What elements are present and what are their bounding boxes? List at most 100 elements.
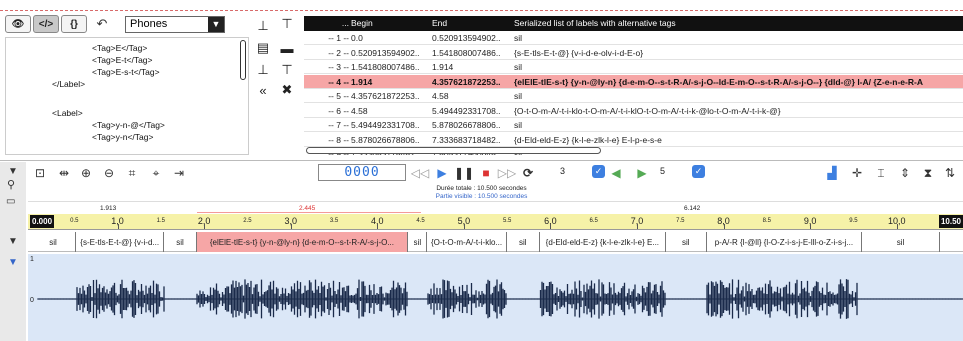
row-index: -- 6 -- bbox=[328, 105, 349, 116]
table-row[interactable]: -- 2 -- 0.520913594902.. 1.541808007486.. {… bbox=[304, 46, 963, 60]
segment[interactable]: {s-E-tls-E-t-@} {v-i-d... bbox=[76, 232, 165, 252]
segment[interactable]: {elElE-tlE-s-t} {y-n-@ly-n} {d-e-m-O--s-… bbox=[196, 232, 409, 252]
row-begin: 0.520913594902.. bbox=[351, 47, 420, 58]
crosshair-icon[interactable]: ⌖ bbox=[148, 165, 164, 181]
fit-width-icon[interactable]: ⇹ bbox=[56, 165, 72, 181]
table-row[interactable]: -- 1 -- 0.0 0.520913594902.. sil bbox=[304, 31, 963, 45]
table-horizontal-scrollbar[interactable] bbox=[306, 147, 601, 154]
header-index: ... bbox=[341, 18, 349, 28]
tier-select[interactable]: Phones ▼ bbox=[125, 15, 225, 33]
table-row[interactable]: -- 6 -- 4.58 5.494492331708.. {O-t-O-m-A/-t… bbox=[304, 104, 963, 118]
play-icon[interactable]: ▶ bbox=[434, 165, 450, 181]
collapse-vertical-icon[interactable]: ⧗ bbox=[920, 165, 936, 181]
checkbox-b[interactable]: ✓ bbox=[692, 165, 705, 178]
add-row-below-icon[interactable]: ⊤ bbox=[278, 61, 296, 79]
waveform-panel[interactable]: 1 0 bbox=[28, 254, 963, 341]
row-begin: 5.878026678806.. bbox=[351, 134, 420, 145]
ruler-minor-label: 4.5 bbox=[416, 218, 425, 224]
back-arrow-icon[interactable]: ↶ bbox=[89, 15, 115, 33]
table-row[interactable]: -- 3 -- 1.541808007486.. 1.914 sil bbox=[304, 60, 963, 74]
row-labels: sil bbox=[514, 91, 523, 101]
insert-above-icon[interactable]: ⊥ bbox=[254, 17, 272, 35]
row-end: 4.58 bbox=[432, 91, 449, 101]
loop-icon[interactable]: ⟳ bbox=[520, 165, 536, 181]
ruler-minor-label: 0.5 bbox=[70, 218, 79, 224]
segment[interactable]: p-A/-R {l-@ll} {l-O-Z-i-s-j-E-lll-o-Z-i-… bbox=[707, 232, 863, 252]
row-end: 1.541808007486.. bbox=[432, 47, 501, 58]
undo-icon[interactable]: « bbox=[254, 81, 272, 99]
segment[interactable]: sil bbox=[862, 232, 940, 252]
xml-line: <Tag>y-n-@</Tag> bbox=[92, 120, 165, 130]
expand-vertical-icon[interactable]: ⇕ bbox=[897, 165, 913, 181]
row-labels: {elElE-tlE-s-t} {y-n-@ly-n} {d-e-m-O--s-… bbox=[514, 76, 923, 87]
time-display: 0000 bbox=[318, 164, 406, 181]
xml-scrollbar[interactable] bbox=[240, 40, 246, 80]
row-index: -- 1 -- bbox=[328, 33, 349, 43]
table-row[interactable]: -- 5 -- 4.357621872253.. 4.58 sil bbox=[304, 89, 963, 103]
table-row[interactable]: -- 8 -- 5.878026678806.. 7.333683718482.. {… bbox=[304, 133, 963, 147]
ruler-minor-label: 7.5 bbox=[676, 218, 685, 224]
table-row[interactable]: -- 4 -- 1.914 4.357621872253.. {elElE-tlE-s… bbox=[304, 74, 963, 89]
align-tiers-icon[interactable]: ⌶ bbox=[873, 165, 889, 181]
zoom-in-icon[interactable]: ⊕ bbox=[78, 165, 94, 181]
segment[interactable]: sil bbox=[408, 232, 428, 252]
eye-icon[interactable]: 👁 bbox=[5, 15, 31, 33]
header-end: End bbox=[432, 18, 448, 28]
segment[interactable]: sil bbox=[666, 232, 707, 252]
zoom-reset-icon[interactable]: ⌗ bbox=[124, 165, 140, 181]
visible-duration: Partie visible : 10.500 secondes bbox=[435, 193, 528, 200]
skip-forward-icon[interactable]: ▷▷ bbox=[498, 165, 516, 181]
sort-icon[interactable]: ⇅ bbox=[942, 165, 958, 181]
stop-icon[interactable]: ■ bbox=[478, 165, 494, 181]
count-b: 5 bbox=[660, 166, 666, 176]
ruler-minor-label: 5.5 bbox=[502, 218, 512, 224]
checkbox-a[interactable]: ✓ bbox=[592, 165, 605, 178]
row-index: -- 7 -- bbox=[328, 120, 349, 130]
delete-icon[interactable]: ✖ bbox=[278, 81, 296, 99]
segment-label: sil bbox=[518, 237, 527, 247]
ruler-minor-label: 2.5 bbox=[243, 218, 252, 224]
ruler-tick bbox=[463, 224, 465, 229]
row-labels: sil bbox=[514, 62, 523, 72]
skip-back-icon[interactable]: ◁◁ bbox=[411, 165, 429, 181]
time-ruler[interactable]: 0.000 10.50 1,0 2,0 3,0 4,0 5,0 6,0 7,0 8,0 9,0 1… bbox=[28, 214, 963, 230]
ruler-tick bbox=[204, 224, 206, 229]
segment[interactable]: {O-t-O-m-A/-t-i-klo... bbox=[427, 232, 507, 252]
table-row[interactable]: -- 7 -- 5.494492331708.. 5.878026678806.. s… bbox=[304, 118, 963, 132]
row-index: -- 5 -- bbox=[328, 91, 349, 101]
insert-below-icon[interactable]: ⊤ bbox=[278, 15, 296, 33]
code-view-icon[interactable]: </> bbox=[33, 15, 59, 33]
row-end: 4.357621872253.. bbox=[432, 76, 501, 87]
channel-collapse-icon[interactable]: ▼ bbox=[8, 257, 18, 268]
add-row-icon[interactable]: ⊥ bbox=[254, 61, 272, 79]
braces-icon[interactable]: {} bbox=[61, 15, 87, 33]
export-icon[interactable]: ⇥ bbox=[171, 165, 187, 181]
zoom-out-icon[interactable]: ⊖ bbox=[101, 165, 117, 181]
waveform-svg bbox=[37, 279, 963, 319]
xml-panel[interactable]: <Tag>E</Tag> <Tag>E-t</Tag> <Tag>E-s-t</… bbox=[5, 37, 249, 155]
row-end: 0.520913594902.. bbox=[432, 33, 501, 43]
cursor-center-icon[interactable]: ✛ bbox=[849, 165, 865, 181]
prev-bars-icon[interactable]: ◀ bbox=[608, 165, 624, 181]
segment[interactable]: sil bbox=[31, 232, 77, 252]
split-panel-icon[interactable]: ▤ bbox=[254, 39, 272, 57]
ruler-end: 10.50 bbox=[938, 215, 963, 228]
segment[interactable]: sil bbox=[164, 232, 197, 252]
xml-line: <Tag>E</Tag> bbox=[92, 43, 148, 53]
chevron-down-icon[interactable]: ▼ bbox=[208, 16, 224, 32]
row-labels: sil bbox=[514, 120, 523, 130]
tier-collapse-icon[interactable]: ▼ bbox=[8, 236, 18, 247]
xml-line: <Label> bbox=[52, 108, 83, 118]
pause-icon[interactable]: ❚❚ bbox=[454, 165, 474, 181]
merge-panel-icon[interactable]: ▬ bbox=[278, 39, 296, 57]
count-a: 3 bbox=[560, 166, 566, 176]
top-divider bbox=[0, 10, 963, 11]
next-bars-icon[interactable]: ▶ bbox=[634, 165, 650, 181]
ruler-tick bbox=[290, 224, 292, 229]
segment-label: sil bbox=[681, 237, 690, 247]
chart-icon[interactable]: ▟ bbox=[824, 165, 840, 181]
ruler-start: 0.000 bbox=[30, 215, 55, 228]
fit-selection-icon[interactable]: ⊡ bbox=[32, 165, 48, 181]
segment[interactable]: {d-Eld-eld-E-z} {k-l-e-zlk-l-e} E... bbox=[540, 232, 666, 252]
segment[interactable]: sil bbox=[507, 232, 540, 252]
